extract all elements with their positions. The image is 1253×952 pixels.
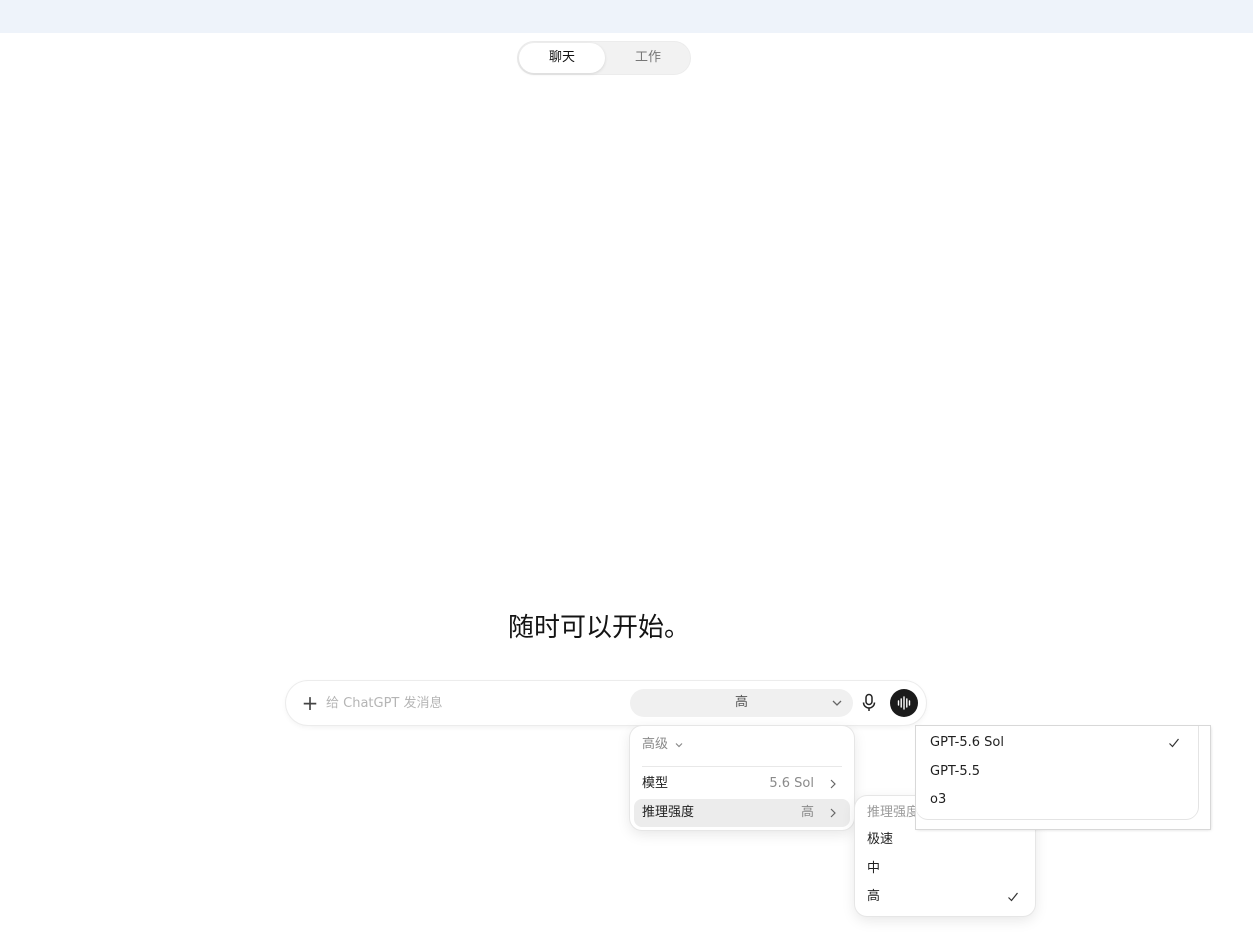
option-label: 极速: [867, 832, 894, 847]
effort-menu-header: 推理强度: [867, 805, 920, 820]
option-label: 高: [867, 889, 881, 904]
checkmark-icon: [1169, 738, 1179, 748]
chevron-right-icon: [830, 808, 836, 818]
message-composer: + 高: [286, 681, 926, 725]
voice-waveform-icon: [897, 696, 911, 710]
chevron-right-icon: [830, 779, 836, 789]
model-option-gpt-5-5[interactable]: GPT-5.5: [920, 758, 1192, 786]
voice-mode-button[interactable]: [890, 689, 918, 717]
microphone-icon[interactable]: [860, 693, 878, 713]
mode-switch: 聊天 工作: [517, 41, 691, 75]
model-menu: GPT-5.6 Sol GPT-5.5 o3: [916, 726, 1198, 819]
checkmark-icon: [1008, 892, 1018, 902]
option-label: 中: [867, 861, 881, 876]
effort-option-medium[interactable]: 中: [859, 855, 1031, 883]
plus-icon[interactable]: +: [300, 693, 320, 713]
menu-item-value: 5.6 Sol: [769, 776, 814, 791]
advanced-menu-header[interactable]: 高级: [642, 736, 684, 754]
advanced-menu-header-label: 高级: [642, 737, 669, 752]
effort-option-fast[interactable]: 极速: [859, 826, 1031, 854]
reasoning-effort-select[interactable]: 高: [630, 689, 853, 717]
option-label: GPT-5.6 Sol: [930, 735, 1004, 750]
menu-item-value: 高: [800, 805, 814, 820]
option-label: GPT-5.5: [930, 764, 981, 779]
menu-item-reasoning-effort[interactable]: 推理强度 高: [634, 799, 850, 827]
message-input[interactable]: [326, 692, 616, 714]
chevron-down-icon: [832, 700, 842, 706]
top-bar: [0, 0, 1253, 33]
effort-option-high[interactable]: 高: [859, 883, 1031, 911]
menu-item-label: 推理强度: [642, 805, 695, 820]
advanced-menu: 高级 模型 5.6 Sol 推理强度 高: [630, 726, 854, 830]
menu-divider: [642, 766, 842, 767]
page-title: 随时可以开始。: [508, 613, 691, 643]
option-label: o3: [930, 792, 947, 807]
tab-chat[interactable]: 聊天: [519, 43, 605, 73]
model-option-o3[interactable]: o3: [920, 786, 1192, 814]
chevron-down-icon: [675, 742, 683, 747]
menu-item-label: 模型: [642, 776, 669, 791]
tab-work[interactable]: 工作: [605, 43, 691, 73]
model-option-gpt-5-6-sol[interactable]: GPT-5.6 Sol: [920, 729, 1192, 757]
model-menu-window: GPT-5.6 Sol GPT-5.5 o3: [916, 726, 1210, 829]
menu-item-model[interactable]: 模型 5.6 Sol: [634, 770, 850, 798]
effort-select-value: 高: [734, 695, 748, 710]
